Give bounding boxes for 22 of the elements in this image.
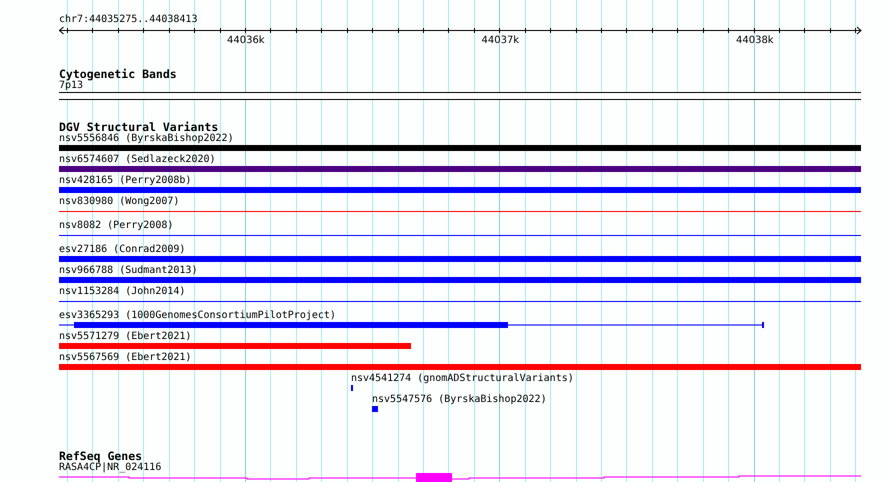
variant-label: nsv5547576 (ByrskaBishop2022)	[372, 394, 547, 406]
tick-label: 44038k	[736, 35, 774, 47]
variant-label: nsv1153284 (John2014)	[59, 286, 186, 298]
tick-label: 44036k	[227, 35, 265, 47]
variant-label: nsv5571279 (Ebert2021)	[59, 331, 192, 343]
variant-label: esv3365293 (1000GenomesConsortiumPilotProject)	[59, 310, 336, 322]
variant-label: nsv5567569 (Ebert2021)	[59, 352, 192, 364]
variant-label: nsv8082 (Perry2008)	[59, 220, 174, 232]
variant-label: esv27186 (Conrad2009)	[59, 244, 186, 256]
variant-label: nsv428165 (Perry2008b)	[59, 175, 192, 187]
variant-label: nsv6574607 (Sedlazeck2020)	[59, 154, 216, 166]
band-label: 7p13	[59, 80, 84, 92]
variant-label: nsv4541274 (gnomADStructuralVariants)	[351, 373, 574, 385]
tick-label: 44037k	[482, 35, 520, 47]
variant-label: nsv966788 (Sudmant2013)	[59, 265, 198, 277]
gene-label: RASA4CP|NR_024116	[59, 462, 162, 474]
track-title: Cytogenetic Bands	[59, 68, 177, 80]
variant-label: nsv5556846 (ByrskaBishop2022)	[59, 133, 234, 145]
variant-label: nsv830980 (Wong2007)	[59, 196, 180, 208]
location-label: chr7:44035275..44038413	[59, 14, 198, 26]
track-title: RefSeq Genes	[59, 450, 142, 462]
track-title: DGV Structural Variants	[59, 121, 218, 133]
